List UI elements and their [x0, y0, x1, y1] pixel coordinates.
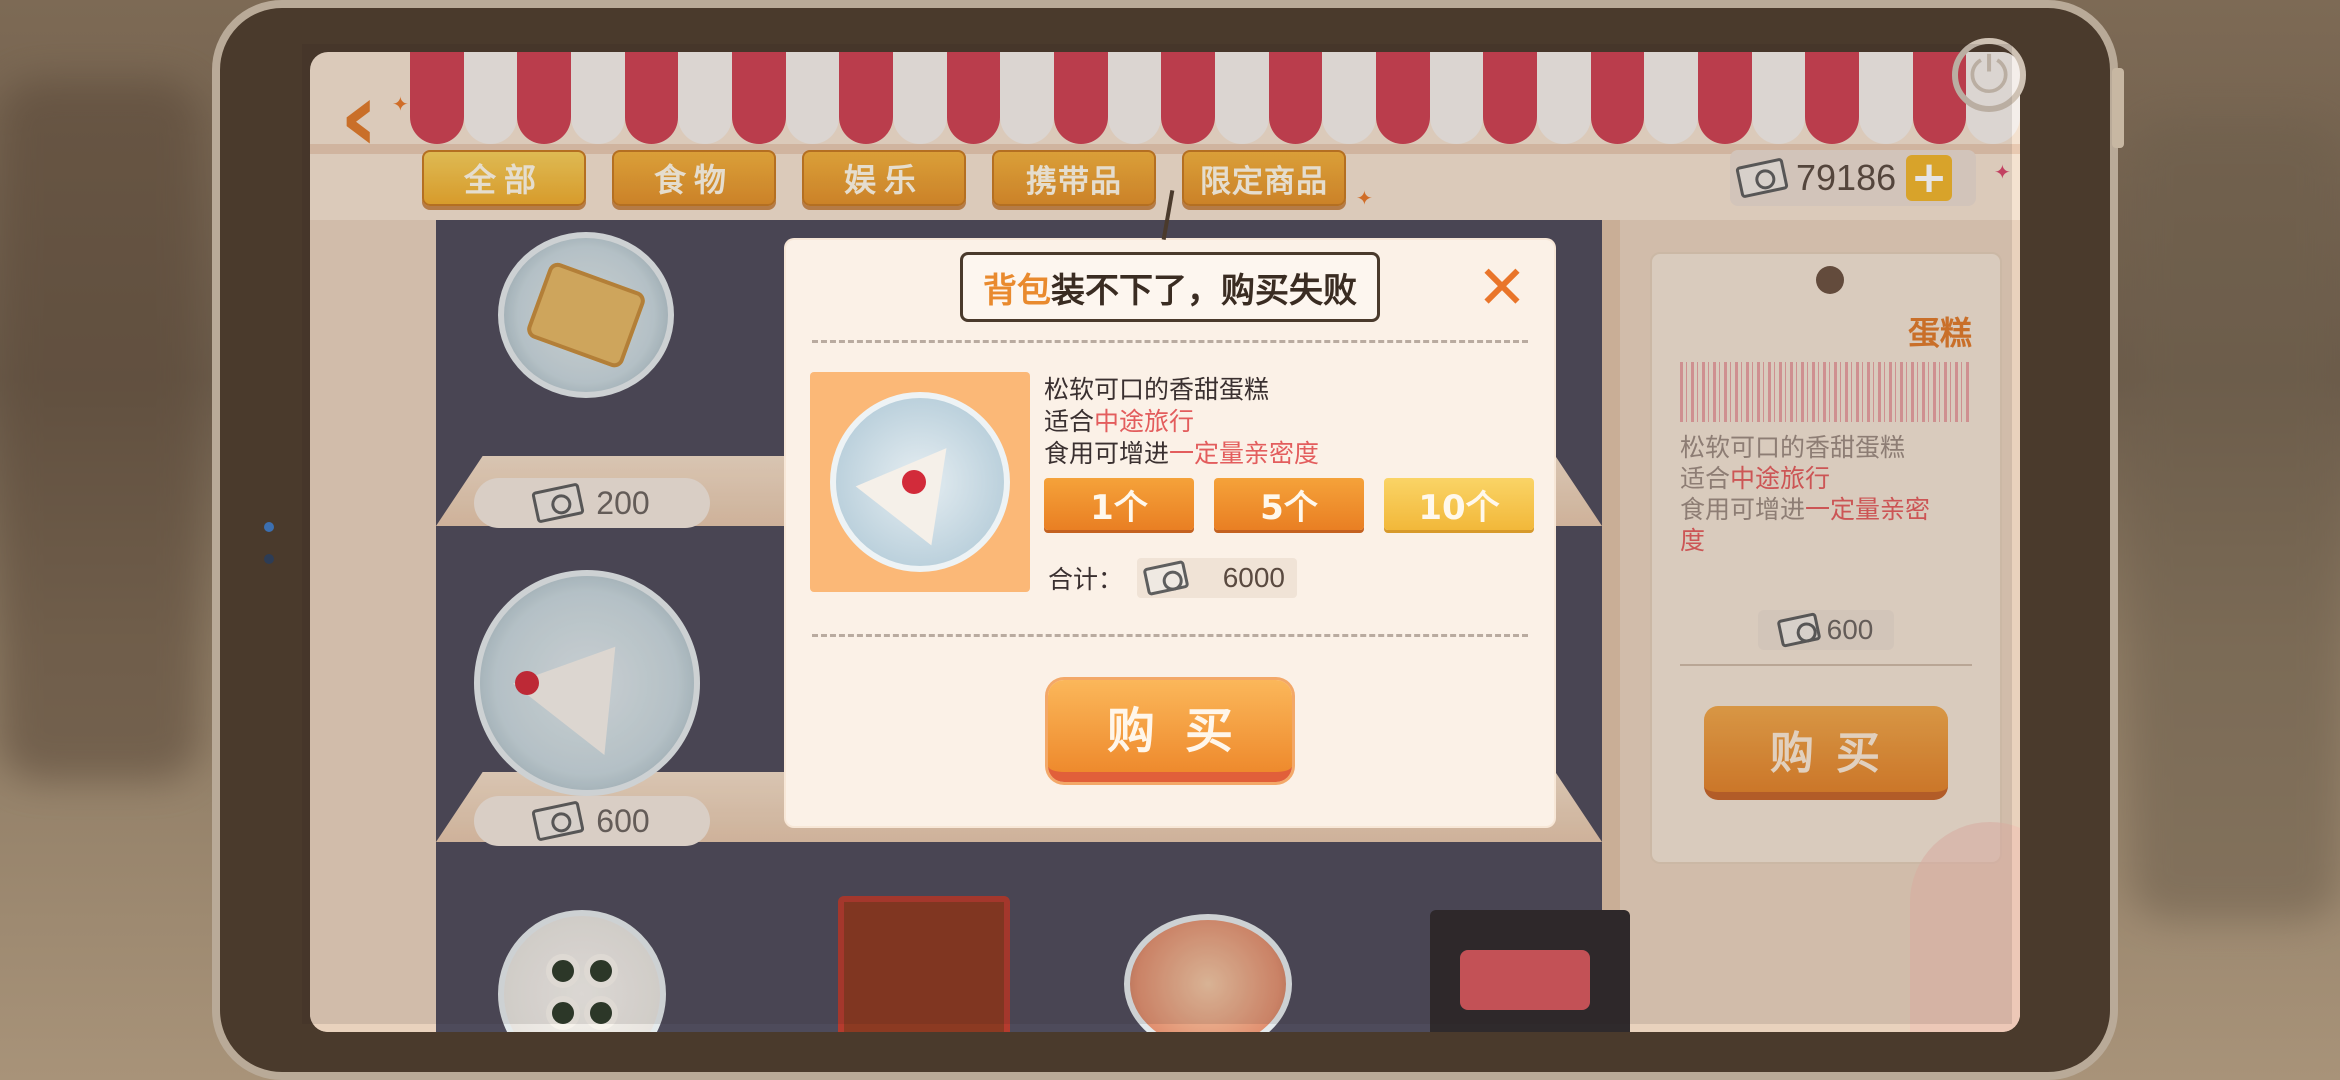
qty-1-button[interactable]: 1个: [1044, 478, 1194, 530]
tablet-sensor-dot: [264, 554, 274, 564]
dialog-title: 背包 装不下了，购买失败: [960, 252, 1380, 322]
total-value: 6000: [1222, 562, 1286, 593]
divider: [812, 634, 1528, 637]
qty-5-button[interactable]: 5个: [1214, 478, 1364, 530]
buy-button[interactable]: 购买: [1048, 680, 1292, 782]
cash-icon: [1142, 559, 1190, 597]
close-icon: ✕: [1476, 253, 1528, 323]
cake-image: [830, 392, 1010, 572]
quantity-options: 1个 5个 10个: [1044, 478, 1534, 530]
divider: [812, 340, 1528, 343]
background-blur-right: [2130, 120, 2340, 920]
purchase-dialog: 背包 装不下了，购买失败 ✕ 松软可口的香甜蛋糕 适合中途旅行 食用可增进一定量亲…: [786, 190, 1554, 826]
total-label: 合计：: [1048, 565, 1124, 594]
total-box: 6000: [1137, 558, 1298, 598]
item-image: [810, 372, 1030, 592]
close-button[interactable]: ✕: [1476, 258, 1528, 318]
tablet-side-button: [2112, 68, 2124, 148]
tablet-camera-dot: [264, 522, 274, 532]
total-row: 合计： 6000: [1048, 558, 1298, 598]
item-description: 松软可口的香甜蛋糕 适合中途旅行 食用可增进一定量亲密度: [1044, 375, 1320, 468]
background-blur-left: [0, 80, 200, 780]
qty-10-button[interactable]: 10个: [1384, 478, 1534, 530]
